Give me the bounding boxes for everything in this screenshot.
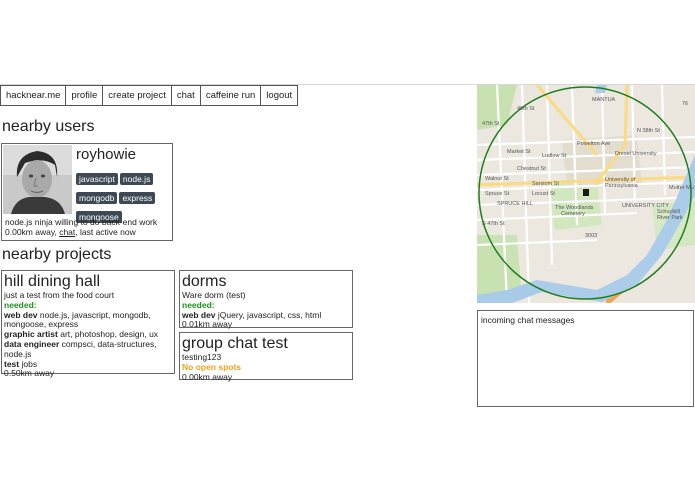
map-label: Spruce St: [485, 191, 510, 197]
role-skills: jobs: [21, 358, 38, 369]
skill-tag: javascript: [76, 173, 118, 185]
map-label: S 47th St: [482, 221, 505, 227]
project-title[interactable]: group chat test: [182, 334, 350, 353]
user-chat-link[interactable]: chat: [59, 227, 75, 237]
map-label: Sansom St: [532, 181, 559, 187]
nav-create-project[interactable]: create project: [102, 85, 172, 106]
map-label: Locust St: [532, 191, 555, 197]
map-label: Powelton Ave: [577, 141, 610, 147]
map-label: 3003: [585, 233, 597, 239]
role-skills: art, photoshop, design, ux: [60, 329, 159, 340]
map-label: N 38th St: [637, 128, 660, 134]
role-name: data engineer: [4, 338, 60, 349]
skill-tag: mongodb: [76, 192, 118, 204]
map-label: Ludlow St: [542, 153, 567, 159]
map-label: 47th St: [482, 121, 500, 127]
skill-tag: node.js: [119, 173, 154, 185]
map-label: 46th St: [517, 106, 535, 112]
user-bio: node.js ninja willing to do back-end wor…: [5, 217, 158, 227]
map-label: 76: [682, 101, 688, 107]
nav-home[interactable]: hacknear.me: [0, 85, 67, 106]
nearby-users-heading: nearby users: [2, 118, 95, 135]
project-distance: 0.50km away: [4, 368, 55, 379]
user-distance: 0.00km away,: [5, 227, 57, 237]
map-label: MANTUA: [592, 97, 616, 103]
project-distance: 0.00km away: [182, 371, 233, 382]
role-line: web dev node.js, javascript, mongodb, mo…: [4, 309, 172, 331]
role-name: web dev: [182, 309, 216, 320]
user-status: , last active now: [75, 227, 136, 237]
role-name: web dev: [4, 309, 38, 320]
nav-profile[interactable]: profile: [65, 85, 104, 106]
map-label: Walnut St: [485, 176, 509, 182]
project-distance: 0.01km away: [182, 319, 233, 330]
chat-title: incoming chat messages: [481, 315, 575, 325]
role-line: data engineer compsci, data-structures, …: [4, 338, 172, 360]
map-label: Market St: [507, 149, 531, 155]
map-label: Pennsylvania: [605, 183, 639, 189]
project-title[interactable]: dorms: [182, 272, 350, 291]
user-name[interactable]: royhowie: [76, 146, 136, 163]
project-title[interactable]: hill dining hall: [4, 272, 172, 291]
project-card-hill-dining-hall[interactable]: hill dining hall just a test from the fo…: [1, 270, 175, 378]
skill-tag: express: [119, 192, 156, 204]
role-name: test: [4, 358, 20, 369]
user-status-line: 0.00km away, chat, last active now: [5, 227, 157, 237]
map-label: River Park: [657, 215, 683, 221]
avatar: [3, 145, 72, 214]
nearby-projects-heading: nearby projects: [2, 246, 112, 263]
project-card-dorms[interactable]: dorms Ware dorm (test) needed: web dev j…: [179, 270, 353, 330]
chat-panel[interactable]: incoming chat messages: [477, 310, 694, 407]
user-bio-block: node.js ninja willing to do back-end wor…: [5, 217, 157, 237]
user-card[interactable]: royhowie javascript node.jsmongodb express…: [1, 143, 173, 241]
main-nav: hacknear.me profile create project chat …: [0, 85, 299, 106]
nav-caffeine-run[interactable]: caffeine run: [199, 85, 262, 106]
map-label: Drexel University: [615, 151, 657, 157]
role-name: graphic artist: [4, 329, 58, 340]
nav-chat[interactable]: chat: [170, 85, 201, 106]
map-label: Cemetery: [561, 211, 585, 217]
project-card-group-chat-test[interactable]: group chat test testing123 No open spots…: [179, 332, 353, 382]
nav-logout[interactable]: logout: [260, 85, 299, 106]
role-skills: jQuery, javascript, css, html: [217, 309, 322, 320]
map-label: Chestnut St: [517, 166, 546, 172]
map-label: Mutter Mu: [669, 185, 694, 191]
map-label: SPRUCE HILL: [497, 201, 533, 207]
map[interactable]: MANTUA Drexel University University of P…: [477, 85, 695, 303]
